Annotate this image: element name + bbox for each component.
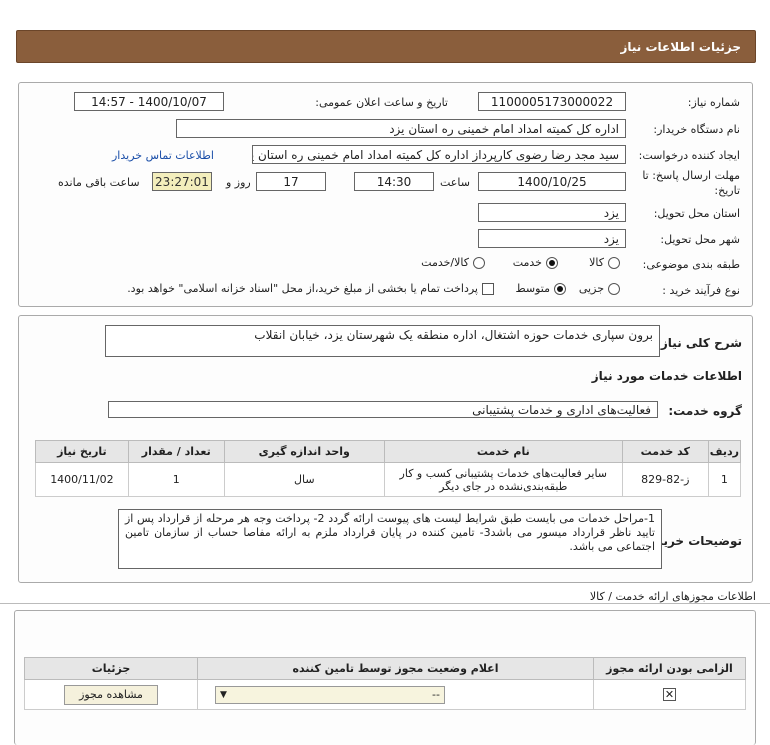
process-option-minor-label: جزیی — [578, 282, 604, 295]
permits-title: اطلاعات مجوزهای ارائه خدمت / کالا — [589, 590, 756, 603]
col-date: تاریخ نیاز — [35, 440, 129, 463]
col-permit-status: اعلام وضعیت مجوز توسط تامین کننده — [197, 657, 594, 680]
cell-qty: 1 — [127, 462, 225, 497]
buyer-org-field: اداره کل کمیته امداد امام خمینی ره استان… — [176, 119, 626, 138]
services-section-title: اطلاعات خدمات مورد نیاز — [591, 369, 742, 383]
radio-goods[interactable] — [608, 256, 620, 269]
permit-required-cell: ✕ — [593, 679, 746, 710]
province-field: یزد — [478, 203, 626, 222]
deadline-label: مهلت ارسال پاسخ: تا — [642, 169, 740, 182]
service-group-field: فعالیت‌های اداری و خدمات پشتیبانی — [108, 401, 658, 418]
radio-service[interactable] — [546, 256, 558, 269]
city-field: یزد — [478, 229, 626, 248]
treasury-option[interactable]: پرداخت تمام یا بخشی از مبلغ خرید،از محل … — [127, 282, 494, 295]
table-row: 1 ز-82-829 سایر فعالیت‌های خدمات پشتیبان… — [35, 462, 742, 497]
deadline-date-field: 1400/10/25 — [478, 172, 626, 191]
deadline-date-label: تاریخ: — [714, 184, 740, 197]
permit-status-select[interactable]: ▼ -- — [215, 685, 445, 704]
process-option-medium-label: متوسط — [515, 282, 550, 295]
contact-buyer-link[interactable]: اطلاعات تماس خریدار — [112, 149, 214, 162]
cell-row: 1 — [707, 462, 742, 497]
process-option-minor[interactable]: جزیی — [579, 282, 620, 295]
remaining-label: ساعت باقی مانده — [58, 176, 140, 189]
creator-field: سید مجد رضا رضوی کارپرداز اداره کل کمیته… — [252, 145, 626, 164]
deadline-time-field: 14:30 — [354, 172, 434, 191]
announce-label: تاریخ و ساعت اعلان عمومی: — [315, 96, 448, 109]
category-option-goods[interactable]: کالا — [589, 256, 620, 269]
deadline-time-label: ساعت — [440, 176, 470, 189]
category-option-service-label: خدمت — [512, 256, 542, 269]
need-number-field: 1100005173000022 — [478, 92, 626, 111]
permit-status-value: -- — [432, 688, 440, 701]
permit-status-cell: ▼ -- — [197, 679, 594, 710]
city-label: شهر محل تحویل: — [660, 233, 740, 246]
category-option-goods-service[interactable]: کالا/خدمت — [421, 256, 485, 269]
page-header: جزئیات اطلاعات نیاز — [16, 30, 756, 63]
col-qty: تعداد / مقدار — [127, 440, 225, 463]
permit-required-checkbox[interactable]: ✕ — [663, 688, 676, 701]
permits-divider — [0, 603, 770, 604]
remaining-time-field: 23:27:01 — [152, 172, 212, 191]
province-label: استان محل تحویل: — [653, 207, 740, 220]
need-number-label: شماره نیاز: — [687, 96, 740, 109]
table-row: ✕ ▼ -- مشاهده مجوز — [24, 679, 746, 710]
buyer-org-label: نام دستگاه خریدار: — [653, 123, 740, 136]
radio-medium[interactable] — [554, 282, 566, 295]
cell-name: سایر فعالیت‌های خدمات پشتیبانی کسب و کار… — [383, 462, 623, 497]
cell-name-line2: طبقه‌بندی‌نشده در جای دیگر — [439, 479, 568, 493]
service-group-label: گروه خدمت: — [668, 404, 742, 418]
buyer-notes-text: 1-مراحل خدمات می بایست طبق شرایط لیست ها… — [125, 512, 655, 553]
radio-goods-service[interactable] — [473, 256, 485, 269]
permit-details-cell: مشاهده مجوز — [24, 679, 198, 710]
radio-minor[interactable] — [608, 282, 620, 295]
col-unit: واحد اندازه گیری — [223, 440, 385, 463]
category-option-goods-service-label: کالا/خدمت — [421, 256, 469, 269]
buyer-notes-box: 1-مراحل خدمات می بایست طبق شرایط لیست ها… — [118, 509, 662, 569]
treasury-checkbox[interactable] — [482, 282, 494, 295]
col-code: کد خدمت — [621, 440, 709, 463]
description-box: برون سپاری خدمات حوزه اشتغال، اداره منطق… — [105, 325, 660, 357]
col-name: نام خدمت — [383, 440, 623, 463]
cell-name-line1: سایر فعالیت‌های خدمات پشتیبانی کسب و کار — [399, 466, 608, 480]
services-table: ردیف کد خدمت نام خدمت واحد اندازه گیری ت… — [35, 440, 742, 497]
need-info-panel — [18, 82, 753, 307]
treasury-text: پرداخت تمام یا بخشی از مبلغ خرید،از محل … — [127, 282, 478, 295]
cell-date: 1400/11/02 — [35, 462, 129, 497]
page-title: جزئیات اطلاعات نیاز — [620, 39, 741, 54]
days-label: روز و — [226, 176, 251, 189]
category-label: طبقه بندی موضوعی: — [642, 258, 740, 271]
announce-field: 1400/10/07 - 14:57 — [74, 92, 224, 111]
col-row: ردیف — [707, 440, 742, 463]
cell-unit: سال — [223, 462, 385, 497]
view-permit-button[interactable]: مشاهده مجوز — [64, 684, 158, 705]
description-text: برون سپاری خدمات حوزه اشتغال، اداره منطق… — [254, 328, 653, 342]
category-option-goods-label: کالا — [589, 256, 604, 269]
days-field: 17 — [256, 172, 326, 191]
process-option-medium[interactable]: متوسط — [515, 282, 566, 295]
description-label: شرح کلی نیاز: — [656, 336, 742, 350]
category-option-service[interactable]: خدمت — [513, 256, 558, 269]
cell-code: ز-82-829 — [621, 462, 709, 497]
col-permit-details: جزئیات — [24, 657, 198, 680]
process-label: نوع فرآیند خرید : — [662, 284, 740, 297]
col-permit-required: الزامی بودن ارائه مجوز — [593, 657, 746, 680]
creator-label: ایجاد کننده درخواست: — [638, 149, 740, 162]
chevron-down-icon: ▼ — [220, 689, 227, 700]
permits-table: الزامی بودن ارائه مجوز اعلام وضعیت مجوز … — [24, 657, 746, 710]
